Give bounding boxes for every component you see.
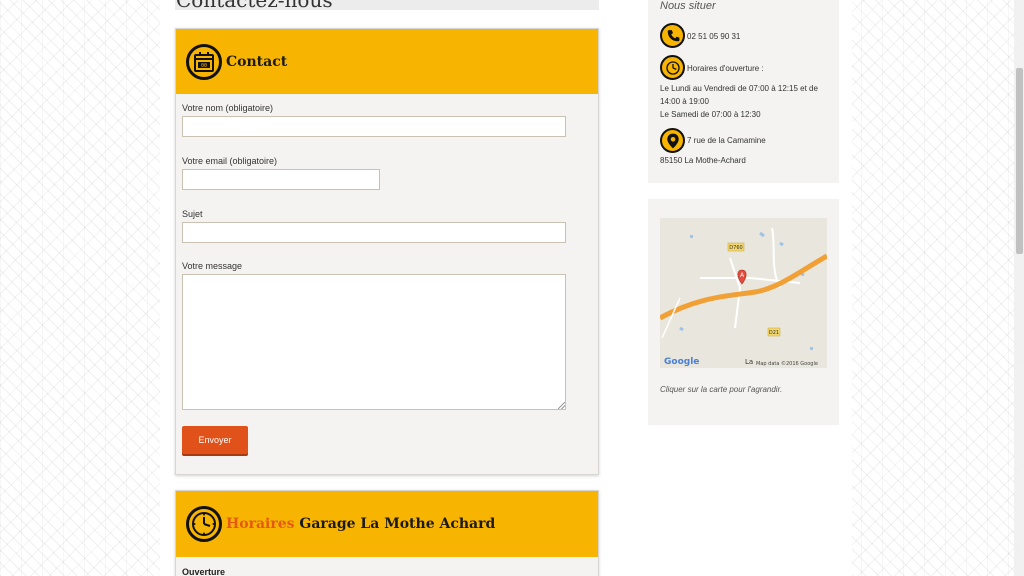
clock-icon	[186, 506, 222, 542]
hours-panel-header: Horaires Garage La Mothe Achard	[176, 491, 598, 557]
phone-number[interactable]: 02 51 05 90 31	[687, 30, 740, 43]
map-road-label: D21	[769, 330, 779, 336]
map-attribution: Map data ©2016 Google	[756, 360, 818, 367]
map-place-label: La	[745, 358, 753, 366]
contact-panel: 00 Contact Votre nom (obligatoire) Votre…	[175, 28, 599, 475]
name-input[interactable]	[182, 116, 566, 137]
map-road-label: D760	[729, 245, 742, 251]
calendar-icon: 00	[186, 43, 222, 80]
phone-icon	[660, 23, 685, 48]
contact-heading: Contact	[226, 53, 288, 70]
message-textarea[interactable]	[182, 274, 566, 410]
subject-input[interactable]	[182, 222, 566, 243]
email-input[interactable]	[182, 169, 380, 190]
page-title-bar: Contactez-nous	[175, 0, 599, 10]
hours-heading-rest: Garage La Mothe Achard	[299, 516, 496, 532]
hours-subheading: Ouverture	[182, 567, 226, 576]
hours-panel: Horaires Garage La Mothe Achard Ouvertur…	[175, 490, 599, 576]
contact-panel-header: 00 Contact	[176, 29, 598, 94]
message-label: Votre message	[182, 261, 243, 271]
sidebar-info-box: Nous situer 02 51 05 90 31 Horaires d'ou…	[648, 0, 839, 183]
hours-heading-accent: Horaires	[226, 516, 295, 532]
clock-icon	[660, 55, 685, 80]
send-button[interactable]: Envoyer	[182, 426, 248, 454]
textarea-resize-handle[interactable]	[558, 402, 565, 409]
sidebar-map-box: D760 D21 A Google La Map data ©2016 Goog…	[648, 199, 839, 425]
hours-heading: Horaires Garage La Mothe Achard	[226, 516, 495, 532]
subject-label: Sujet	[182, 209, 203, 219]
map-pin-icon	[660, 128, 685, 153]
hours-saturday: Le Samedi de 07:00 à 12:30	[660, 110, 761, 119]
location-map[interactable]: D760 D21 A Google La Map data ©2016 Goog…	[660, 218, 827, 368]
name-label: Votre nom (obligatoire)	[182, 103, 274, 113]
address-city: 85150 La Mothe-Achard	[660, 156, 746, 165]
google-logo: Google	[664, 357, 699, 367]
map-caption: Cliquer sur la carte pour l'agrandir.	[660, 385, 783, 394]
svg-text:00: 00	[201, 63, 207, 69]
hours-title: Horaires d'ouverture :	[687, 64, 764, 73]
sidebar-heading: Nous situer	[660, 0, 716, 12]
address-street: 7 rue de la Camamine	[687, 136, 766, 145]
scrollbar-thumb[interactable]	[1016, 68, 1023, 254]
page-title: Contactez-nous	[176, 0, 333, 10]
hours-weekdays: Le Lundi au Vendredi de 07:00 à 12:15 et…	[660, 84, 818, 106]
email-label: Votre email (obligatoire)	[182, 156, 278, 166]
